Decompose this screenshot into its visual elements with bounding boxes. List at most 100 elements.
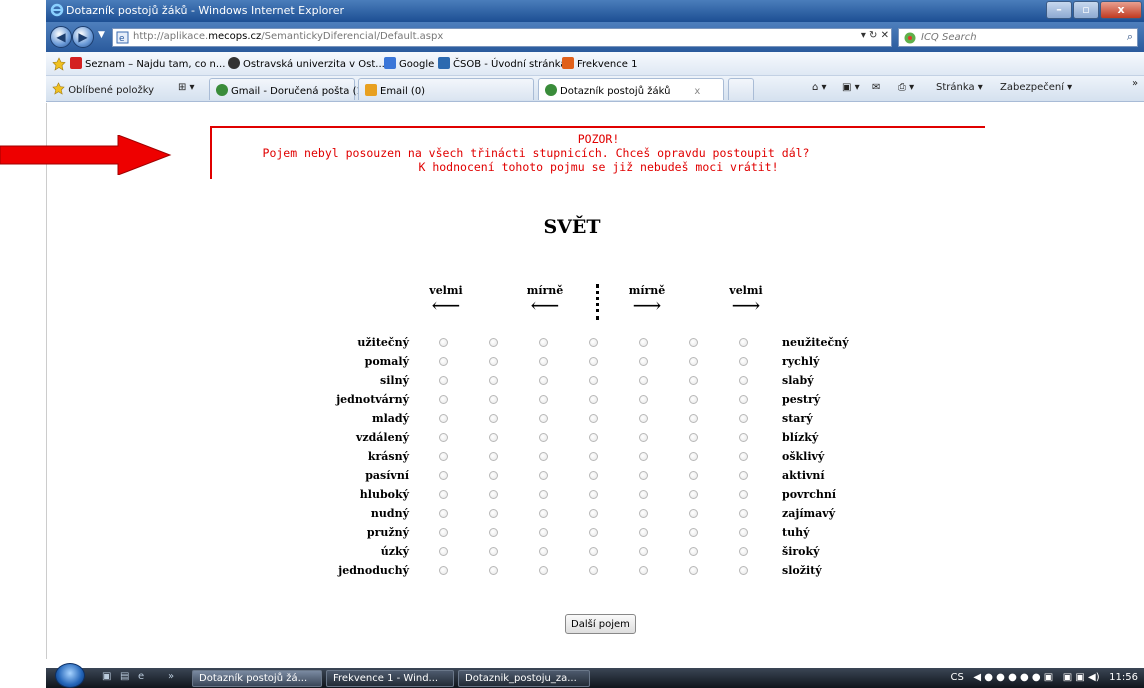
scale-radio-option[interactable] (489, 547, 498, 556)
scale-radio-option[interactable] (589, 433, 598, 442)
scale-radio-option[interactable] (689, 509, 698, 518)
scale-radio-option[interactable] (489, 471, 498, 480)
scale-radio-option[interactable] (539, 338, 548, 347)
scale-radio-option[interactable] (739, 490, 748, 499)
clock[interactable]: 11:56 (1109, 672, 1138, 683)
scale-radio-option[interactable] (739, 376, 748, 385)
scale-radio-option[interactable] (639, 433, 648, 442)
scale-radio-option[interactable] (539, 433, 548, 442)
taskbar-item-frekvence[interactable]: Frekvence 1 - Wind... (326, 670, 454, 687)
scale-radio-option[interactable] (539, 414, 548, 423)
close-tab-icon[interactable]: x (694, 86, 700, 97)
scale-radio-option[interactable] (439, 395, 448, 404)
scale-radio-option[interactable] (589, 414, 598, 423)
scale-radio-option[interactable] (589, 566, 598, 575)
scale-radio-option[interactable] (539, 566, 548, 575)
scale-radio-option[interactable] (739, 528, 748, 537)
scale-radio-option[interactable] (489, 376, 498, 385)
scale-radio-option[interactable] (739, 509, 748, 518)
scale-radio-option[interactable] (589, 528, 598, 537)
scale-radio-option[interactable] (539, 547, 548, 556)
scale-radio-option[interactable] (489, 452, 498, 461)
scale-radio-option[interactable] (439, 528, 448, 537)
link-csob[interactable]: ČSOB - Úvodní stránka (438, 57, 566, 70)
scale-radio-option[interactable] (739, 357, 748, 366)
search-box[interactable]: ⌕ (898, 28, 1138, 47)
new-tab-button[interactable] (728, 78, 754, 100)
scale-radio-option[interactable] (489, 357, 498, 366)
scale-radio-option[interactable] (739, 471, 748, 480)
taskbar-item-dotaznik[interactable]: Dotazník postojů žá... (192, 670, 322, 687)
scale-radio-option[interactable] (689, 547, 698, 556)
scale-radio-option[interactable] (589, 509, 598, 518)
home-icon[interactable]: ⌂ ▾ (812, 82, 827, 93)
magnifier-icon[interactable]: ⌕ (1127, 30, 1133, 44)
scale-radio-option[interactable] (639, 357, 648, 366)
scale-radio-option[interactable] (689, 528, 698, 537)
history-dropdown-icon[interactable]: ▼ (98, 30, 105, 40)
minimize-button[interactable]: – (1046, 1, 1072, 19)
scale-radio-option[interactable] (739, 414, 748, 423)
scale-radio-option[interactable] (539, 395, 548, 404)
scale-radio-option[interactable] (439, 338, 448, 347)
security-menu[interactable]: Zabezpečení ▾ (1000, 82, 1072, 93)
scale-radio-option[interactable] (689, 566, 698, 575)
add-favorite-icon[interactable] (52, 57, 66, 74)
switch-windows-icon[interactable]: ▤ (120, 671, 129, 682)
scale-radio-option[interactable] (439, 509, 448, 518)
scale-radio-option[interactable] (739, 338, 748, 347)
scale-radio-option[interactable] (439, 490, 448, 499)
scale-radio-option[interactable] (539, 357, 548, 366)
taskbar-item-dotaznik-doc[interactable]: Dotaznik_postoju_za... (458, 670, 590, 687)
scale-radio-option[interactable] (639, 490, 648, 499)
scale-radio-option[interactable] (439, 566, 448, 575)
mail-icon[interactable]: ✉ (872, 82, 880, 93)
link-google[interactable]: Google (384, 57, 434, 70)
scale-radio-option[interactable] (589, 357, 598, 366)
address-tools[interactable]: ▾ ↻ ✕ (861, 30, 889, 41)
link-frekvence[interactable]: Frekvence 1 (562, 57, 637, 70)
scale-radio-option[interactable] (589, 547, 598, 556)
scale-radio-option[interactable] (739, 547, 748, 556)
maximize-button[interactable]: ▫ (1073, 1, 1099, 19)
scale-radio-option[interactable] (589, 471, 598, 480)
scale-radio-option[interactable] (489, 509, 498, 518)
scale-radio-option[interactable] (539, 509, 548, 518)
scale-radio-option[interactable] (689, 357, 698, 366)
scale-radio-option[interactable] (739, 395, 748, 404)
tab-gmail[interactable]: Gmail - Doručená pošta (1... (209, 78, 372, 100)
tab-dotaznik[interactable]: Dotazník postojů žáků x (538, 78, 724, 100)
feeds-icon[interactable]: ▣ ▾ (842, 82, 860, 93)
page-menu[interactable]: Stránka ▾ (936, 82, 983, 93)
scale-radio-option[interactable] (739, 566, 748, 575)
scale-radio-option[interactable] (639, 376, 648, 385)
scale-radio-option[interactable] (539, 528, 548, 537)
scale-radio-option[interactable] (439, 433, 448, 442)
scale-radio-option[interactable] (539, 490, 548, 499)
scale-radio-option[interactable] (689, 490, 698, 499)
scale-radio-option[interactable] (439, 452, 448, 461)
scale-radio-option[interactable] (689, 471, 698, 480)
back-button[interactable]: ◀ (50, 26, 72, 48)
scale-radio-option[interactable] (539, 471, 548, 480)
scale-radio-option[interactable] (439, 547, 448, 556)
quicklaunch-more-icon[interactable]: » (168, 671, 174, 682)
scale-radio-option[interactable] (689, 433, 698, 442)
tray-icons[interactable]: ◀ ● ● ● ● ● ▣ ▣ ▣ ◀) (973, 672, 1099, 683)
scale-radio-option[interactable] (539, 452, 548, 461)
favorites-button[interactable]: Oblíbené položky (52, 82, 154, 96)
quick-tabs-icon[interactable]: ⊞ ▾ (178, 82, 195, 93)
scale-radio-option[interactable] (639, 471, 648, 480)
scale-radio-option[interactable] (489, 528, 498, 537)
scale-radio-option[interactable] (589, 376, 598, 385)
scale-radio-option[interactable] (639, 566, 648, 575)
ie-quicklaunch-icon[interactable]: e (138, 671, 144, 682)
scale-radio-option[interactable] (589, 452, 598, 461)
scale-radio-option[interactable] (639, 547, 648, 556)
scale-radio-option[interactable] (489, 566, 498, 575)
scale-radio-option[interactable] (689, 414, 698, 423)
more-commands-icon[interactable]: » (1132, 78, 1138, 89)
scale-radio-option[interactable] (739, 433, 748, 442)
scale-radio-option[interactable] (639, 338, 648, 347)
forward-button[interactable]: ▶ (72, 26, 94, 48)
